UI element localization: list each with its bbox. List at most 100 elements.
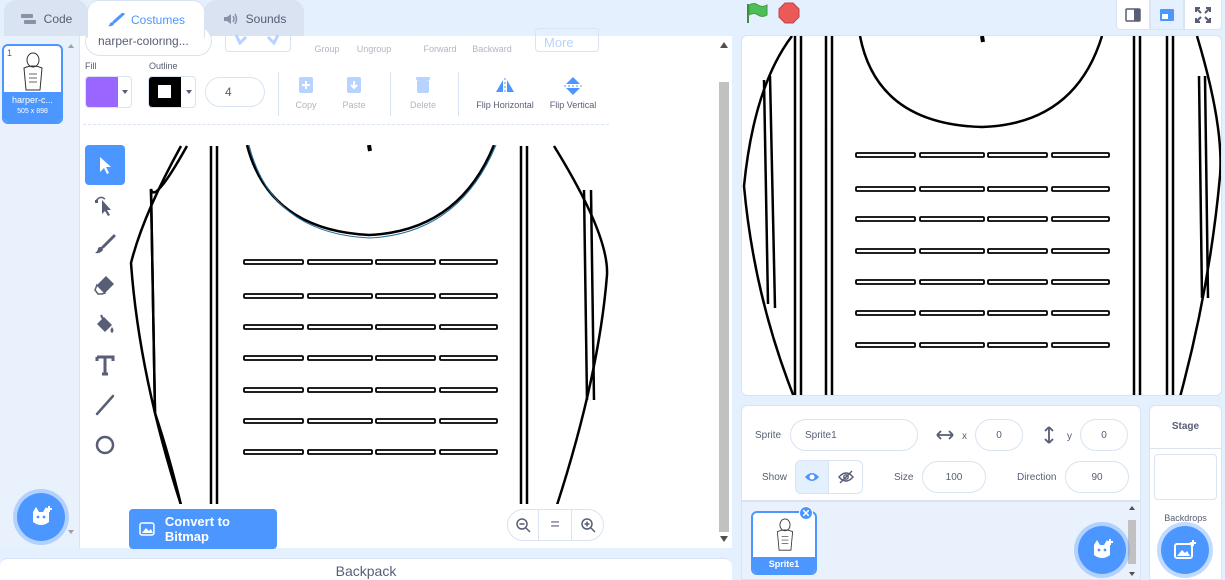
costume-stripe <box>987 342 1048 348</box>
forward-button[interactable]: Forward <box>418 44 462 54</box>
more-button[interactable]: More <box>535 28 599 52</box>
costume-stripe <box>375 259 436 265</box>
costume-stripe <box>987 216 1048 222</box>
text-tool[interactable] <box>85 345 125 385</box>
costume-stripe <box>919 342 985 348</box>
eraser-tool[interactable] <box>85 265 125 305</box>
stage-thumbnail[interactable] <box>1154 454 1217 500</box>
costume-stripe <box>987 279 1048 285</box>
direction-input[interactable]: 90 <box>1065 461 1129 493</box>
circle-tool[interactable] <box>85 425 125 465</box>
costume-stripe <box>1051 342 1110 348</box>
small-stage-button[interactable] <box>1116 0 1150 30</box>
fill-swatch <box>86 77 118 107</box>
flip-vertical-button[interactable]: Flip Vertical <box>544 100 602 110</box>
costume-stripe <box>919 216 985 222</box>
costume-stripe <box>855 279 916 285</box>
y-input[interactable]: 0 <box>1080 419 1128 451</box>
normal-stage-button[interactable] <box>1150 0 1184 30</box>
scrollbar-thumb[interactable] <box>719 82 729 532</box>
sprite-list-scrollbar[interactable] <box>1126 504 1138 580</box>
costume-stripe <box>307 293 373 299</box>
show-hidden-button[interactable] <box>829 460 863 494</box>
sprite-item[interactable]: Sprite1 <box>751 511 817 575</box>
costume-stripe <box>919 248 985 254</box>
costume-stripe <box>243 418 304 424</box>
scroll-down-icon[interactable] <box>720 536 728 542</box>
outline-width-input[interactable]: 4 <box>205 77 265 107</box>
costume-stripe <box>375 449 436 455</box>
reshape-tool[interactable] <box>85 185 125 225</box>
flip-horizontal-button[interactable]: Flip Horizontal <box>468 100 542 110</box>
direction-value: 90 <box>1091 471 1103 483</box>
x-input[interactable]: 0 <box>975 419 1023 451</box>
costume-stripe <box>987 186 1048 192</box>
toolbar-divider <box>83 124 609 125</box>
scroll-up-icon[interactable] <box>720 42 728 48</box>
costume-stripe <box>919 152 985 158</box>
costume-stripe <box>439 449 498 455</box>
costume-item[interactable]: 1 harper-c... 505 x 898 <box>2 44 63 124</box>
fullscreen-icon <box>1195 6 1211 23</box>
costume-stripe <box>855 248 916 254</box>
redo-icon[interactable] <box>264 33 280 45</box>
paste-button[interactable]: Paste <box>334 100 374 110</box>
tab-code[interactable]: Code <box>4 0 88 37</box>
undo-icon[interactable] <box>234 33 250 45</box>
flip-horizontal-icon[interactable] <box>495 78 515 94</box>
stage[interactable] <box>741 35 1222 396</box>
copy-button[interactable]: Copy <box>286 100 326 110</box>
select-tool[interactable] <box>85 145 125 185</box>
fill-tool[interactable] <box>85 305 125 345</box>
trash-icon[interactable] <box>415 76 431 94</box>
line-tool[interactable] <box>85 385 125 425</box>
costume-stripe <box>243 324 304 330</box>
choose-backdrop-button[interactable] <box>1161 526 1209 574</box>
brush-tool[interactable] <box>85 225 125 265</box>
zoom-out-button[interactable] <box>507 509 539 541</box>
sprite-name-value: Sprite1 <box>805 429 837 441</box>
chevron-down-icon <box>186 90 192 94</box>
costume-stripe <box>855 186 916 192</box>
divider <box>390 72 391 116</box>
costume-stripe <box>307 355 373 361</box>
costume-stripe <box>987 248 1048 254</box>
copy-icon[interactable] <box>298 76 314 94</box>
divider <box>458 72 459 116</box>
tab-costumes[interactable]: Costumes <box>87 0 205 38</box>
group-button[interactable]: Group <box>308 44 346 54</box>
close-icon <box>803 510 809 516</box>
image-icon <box>139 522 155 536</box>
stop-icon[interactable] <box>778 2 800 24</box>
fill-icon <box>97 314 114 333</box>
zoom-in-button[interactable] <box>571 509 604 541</box>
choose-sprite-button[interactable] <box>1078 526 1126 574</box>
show-visible-button[interactable] <box>795 460 829 494</box>
outline-width-value: 4 <box>225 85 232 99</box>
sprite-name-input[interactable]: Sprite1 <box>790 419 918 451</box>
green-flag-icon[interactable] <box>745 2 769 24</box>
flip-vertical-icon[interactable] <box>564 76 582 96</box>
zoom-reset-button[interactable]: = <box>539 509 571 541</box>
backpack-bar[interactable]: Backpack <box>0 558 732 580</box>
size-input[interactable]: 100 <box>922 461 986 493</box>
costume-stripe <box>439 293 498 299</box>
brush-icon <box>107 12 125 26</box>
ungroup-button[interactable]: Ungroup <box>352 44 396 54</box>
paint-canvas[interactable] <box>129 145 609 545</box>
delete-button[interactable]: Delete <box>402 100 444 110</box>
fill-color-picker[interactable] <box>85 76 132 108</box>
fullscreen-button[interactable] <box>1184 0 1222 30</box>
outline-color-picker[interactable] <box>148 76 196 108</box>
editor-scrollbar[interactable] <box>716 36 732 548</box>
paste-icon[interactable] <box>346 76 362 94</box>
costume-list-scrollbar[interactable] <box>66 40 76 540</box>
undo-redo-group <box>225 26 291 52</box>
delete-sprite-button[interactable] <box>799 506 813 520</box>
costume-stripe <box>855 216 916 222</box>
convert-to-bitmap-button[interactable]: Convert to Bitmap <box>129 509 277 549</box>
divider <box>278 72 279 116</box>
backward-button[interactable]: Backward <box>468 44 516 54</box>
costume-stripe <box>1051 152 1110 158</box>
choose-costume-button[interactable] <box>17 493 65 541</box>
